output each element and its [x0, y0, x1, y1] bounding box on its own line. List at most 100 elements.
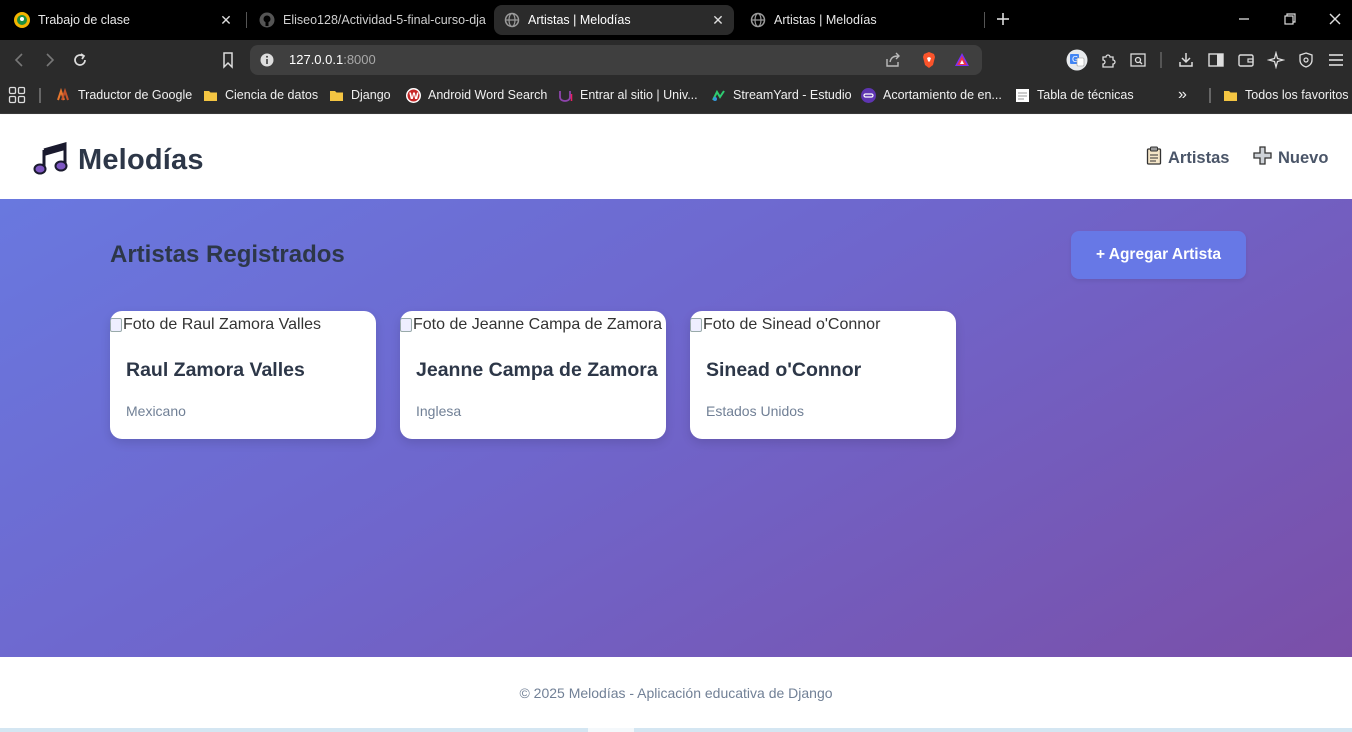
forward-icon[interactable] — [40, 51, 58, 69]
nav-artistas-label: Artistas — [1168, 148, 1230, 167]
tab-trabajo-de-clase[interactable]: Trabajo de clase ✕ — [4, 5, 242, 35]
plus-icon — [1253, 146, 1272, 170]
bookmark-streamyard[interactable]: StreamYard - Estudio — [711, 86, 852, 104]
folder-icon — [329, 88, 344, 103]
broken-image-icon — [400, 318, 412, 332]
footer-copyright: © 2025 Melodías - Aplicación educativa d… — [519, 685, 833, 701]
chevron-double-right-icon: » — [1178, 86, 1187, 103]
artist-card[interactable]: Foto de Sinead o'Connor Sinead o'Connor … — [690, 311, 956, 439]
bookmark-label: StreamYard - Estudio — [733, 88, 852, 102]
bookmark-acortamiento[interactable]: Acortamiento de en... — [861, 86, 1002, 104]
url-host: 127.0.0.1 — [289, 52, 344, 67]
bookmark-ciencia-de-datos[interactable]: Ciencia de datos — [203, 86, 318, 104]
tab-separator — [984, 12, 985, 28]
bookmark-traductor[interactable]: Traductor de Google — [56, 86, 192, 104]
bookmark-label: Django — [351, 88, 391, 102]
broken-image-icon — [110, 318, 122, 332]
svg-text:W: W — [409, 92, 419, 102]
sidebar-icon[interactable] — [1207, 51, 1225, 69]
bookmark-label: Ciencia de datos — [225, 88, 319, 102]
brand-name: Melodías — [78, 144, 204, 176]
bookmark-label: Acortamiento de en... — [883, 88, 1002, 102]
google-translate-icon — [56, 87, 71, 103]
nav-nuevo[interactable]: Nuevo — [1253, 146, 1328, 170]
back-icon[interactable] — [11, 51, 29, 69]
w-logo-icon: W — [406, 87, 421, 103]
close-tab-icon[interactable]: ✕ — [218, 12, 234, 28]
streamyard-icon — [711, 88, 726, 103]
artist-photo-alt: Foto de Sinead o'Connor — [703, 316, 881, 333]
bookmark-tabla-de-tecnicas[interactable]: Tabla de técnicas — [1015, 86, 1134, 104]
tab-github-repo[interactable]: Eliseo128/Actividad-5-final-curso-dja — [249, 5, 489, 35]
downloads-icon[interactable] — [1177, 51, 1195, 69]
brand-logo[interactable]: Melodías — [32, 140, 204, 181]
reader-search-icon[interactable] — [1129, 51, 1147, 69]
nav-artistas[interactable]: Artistas — [1146, 146, 1229, 170]
music-note-icon — [32, 140, 68, 181]
google-translate-extension-icon[interactable]: G — [1066, 49, 1088, 71]
toolbar-separator — [1160, 52, 1162, 68]
bookmark-django[interactable]: Django — [329, 86, 391, 104]
tab-artistas[interactable]: Artistas | Melodías — [740, 5, 980, 35]
new-tab-icon[interactable] — [994, 10, 1012, 28]
bookmarks-separator — [39, 88, 41, 103]
artist-country: Mexicano — [126, 403, 186, 419]
document-icon — [1015, 88, 1030, 103]
minimize-icon[interactable] — [1236, 11, 1252, 27]
apps-grid-icon[interactable] — [8, 86, 26, 104]
github-icon — [259, 12, 275, 28]
classroom-icon — [14, 12, 30, 28]
nav-nuevo-label: Nuevo — [1278, 148, 1329, 167]
brave-rewards-icon[interactable] — [953, 51, 971, 69]
tab-label: Artistas | Melodías — [774, 13, 877, 27]
bookmark-label: Tabla de técnicas — [1037, 88, 1134, 102]
share-icon[interactable] — [884, 51, 902, 69]
artist-photo: Foto de Jeanne Campa de Zamora — [400, 316, 662, 334]
bookmark-android-word-search[interactable]: W Android Word Search — [406, 86, 547, 104]
site-info-icon[interactable] — [259, 52, 275, 68]
restore-icon[interactable] — [1282, 11, 1298, 27]
bookmark-entrar-al-sitio[interactable]: Entrar al sitio | Univ... — [558, 86, 698, 104]
artist-name: Raul Zamora Valles — [126, 359, 305, 381]
artist-card[interactable]: Foto de Jeanne Campa de Zamora Jeanne Ca… — [400, 311, 666, 439]
broken-image-icon — [690, 318, 702, 332]
reload-icon[interactable] — [71, 51, 89, 69]
bookmark-page-icon[interactable] — [219, 51, 237, 69]
folder-icon — [1223, 88, 1238, 103]
url-port: :8000 — [343, 52, 376, 67]
tab-label: Artistas | Melodías — [528, 13, 631, 27]
horizontal-scrollbar[interactable] — [0, 728, 1352, 732]
artist-photo-alt: Foto de Raul Zamora Valles — [123, 316, 322, 333]
tab-label: Eliseo128/Actividad-5-final-curso-dja — [283, 13, 486, 27]
artist-name: Jeanne Campa de Zamora — [416, 359, 658, 381]
add-artist-button[interactable]: + Agregar Artista — [1071, 231, 1246, 279]
clipboard-icon — [1146, 146, 1162, 170]
link-shortener-icon — [861, 87, 876, 103]
artist-name: Sinead o'Connor — [706, 359, 862, 381]
tab-artistas-active[interactable]: Artistas | Melodías ✕ — [494, 5, 734, 35]
university-icon — [558, 88, 573, 103]
bookmarks-overflow-button[interactable]: » — [1178, 86, 1187, 104]
bookmarks-separator — [1209, 88, 1211, 103]
brave-shields-icon[interactable] — [920, 51, 938, 69]
leo-ai-icon[interactable] — [1266, 50, 1286, 70]
wallet-icon[interactable] — [1237, 51, 1255, 69]
vpn-icon[interactable] — [1297, 51, 1315, 69]
close-window-icon[interactable] — [1327, 11, 1343, 27]
artist-country: Inglesa — [416, 403, 462, 419]
url-text[interactable]: 127.0.0.1:8000 — [289, 52, 376, 68]
scrollbar-thumb[interactable] — [588, 728, 634, 732]
artist-country: Estados Unidos — [706, 403, 805, 419]
extensions-icon[interactable] — [1099, 51, 1117, 69]
globe-icon — [504, 12, 520, 28]
artist-photo: Foto de Raul Zamora Valles — [110, 316, 321, 334]
globe-icon — [750, 12, 766, 28]
artist-card[interactable]: Foto de Raul Zamora Valles Raul Zamora V… — [110, 311, 376, 439]
close-tab-icon[interactable]: ✕ — [710, 12, 726, 28]
bookmark-label: Entrar al sitio | Univ... — [580, 88, 698, 102]
bookmark-all-favorites[interactable]: Todos los favoritos — [1223, 86, 1349, 104]
tab-label: Trabajo de clase — [38, 13, 130, 27]
bookmark-label: Todos los favoritos — [1245, 88, 1349, 102]
artist-photo: Foto de Sinead o'Connor — [690, 316, 880, 334]
menu-icon[interactable] — [1327, 51, 1345, 69]
